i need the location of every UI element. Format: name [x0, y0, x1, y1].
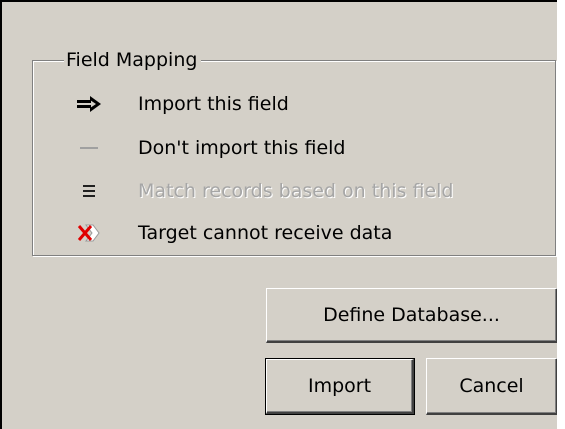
- import-button-label: Import: [266, 359, 414, 414]
- import-field-mapping-dialog: Field Mapping Import this field Don't im…: [0, 0, 565, 429]
- right-arrow-icon: [72, 89, 106, 119]
- legend-label: Don't import this field: [138, 137, 346, 159]
- legend-label: Match records based on this field: [138, 180, 454, 202]
- import-button[interactable]: Import: [265, 358, 415, 415]
- legend-match-records-based-on-this-field: Match records based on this field: [72, 176, 453, 206]
- red-x-icon: [72, 218, 106, 248]
- cancel-button[interactable]: Cancel: [426, 358, 558, 415]
- legend-label: Target cannot receive data: [138, 222, 393, 244]
- window-edge: [557, 0, 565, 429]
- legend-label: Import this field: [138, 93, 289, 115]
- legend-import-this-field: Import this field: [72, 89, 289, 119]
- dash-icon: [72, 133, 106, 163]
- legend-target-cannot-receive-data: Target cannot receive data: [72, 218, 392, 248]
- field-mapping-group-title: Field Mapping: [64, 48, 202, 72]
- equals-icon: [72, 176, 106, 206]
- legend-dont-import-this-field: Don't import this field: [72, 133, 346, 163]
- define-database-button[interactable]: Define Database...: [266, 288, 558, 343]
